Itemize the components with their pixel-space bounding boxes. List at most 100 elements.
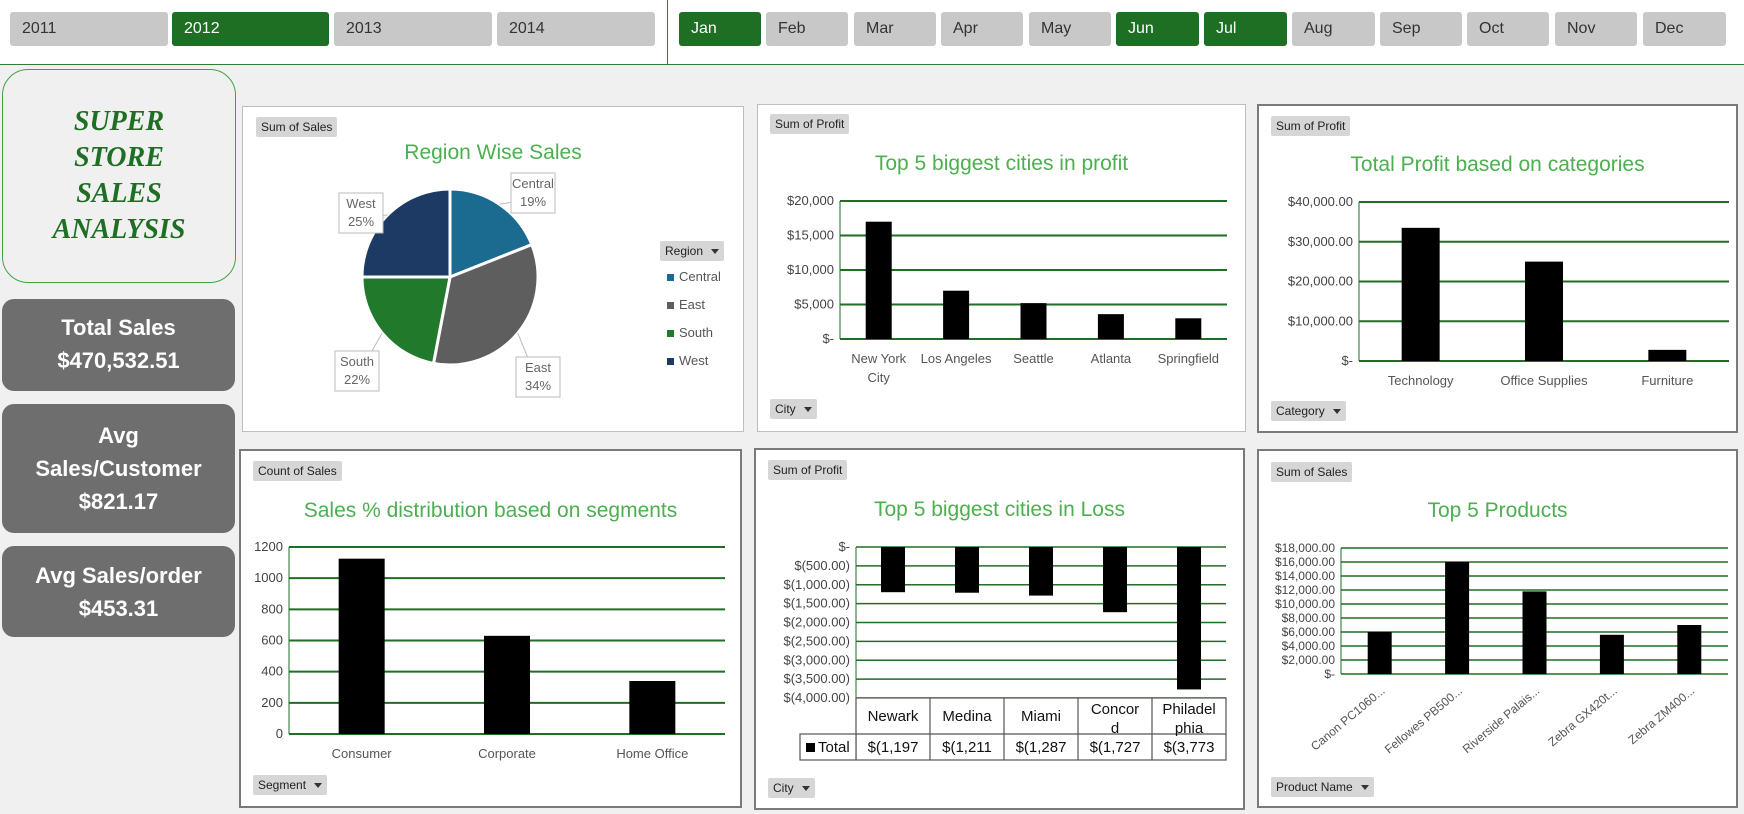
month-dec[interactable]: Dec (1643, 12, 1726, 46)
legend-swatch (667, 358, 674, 365)
y-tick-label: $(1,500.00) (784, 596, 851, 611)
top-products-panel: Sum of Sales Top 5 Products $- $2,000.00 $… (1257, 449, 1738, 808)
bar-springfield (1175, 318, 1202, 339)
profit-cities-bar-chart: $- $5,000 $10,000 $15,000 $20,000 New York Cit… (787, 193, 1227, 385)
product-filter-button[interactable]: Product Name (1271, 777, 1374, 797)
pie-label-value: 34% (525, 378, 551, 393)
bar-corporate (484, 635, 530, 734)
x-category-label: Riverside Palais... (1460, 684, 1543, 756)
y-tick-label: $15,000 (787, 228, 834, 243)
bar-philadelphia (1177, 547, 1201, 690)
product-filter-label: Product Name (1276, 780, 1353, 794)
category-filter-button[interactable]: Category (1271, 401, 1346, 421)
y-tick-label: $5,000 (794, 297, 834, 312)
x-category-label: Springfield (1158, 351, 1219, 366)
pie-label-name: South (340, 354, 374, 369)
table-value-cell: $(1,727 (1090, 739, 1141, 756)
y-tick-label: $16,000.00 (1275, 555, 1335, 569)
bar-consumer (338, 558, 385, 734)
region-sales-panel: Sum of Sales Region Wise Sales Central 19… (242, 106, 744, 432)
y-tick-label: $6,000.00 (1282, 625, 1336, 639)
x-category-label: Corporate (478, 746, 536, 761)
loss-city-filter-label: City (773, 781, 794, 795)
y-tick-label: $- (1324, 667, 1335, 681)
region-legend-filter[interactable]: Region (660, 241, 725, 261)
month-mar[interactable]: Mar (854, 12, 936, 46)
month-apr[interactable]: Apr (941, 12, 1023, 46)
y-tick-label: $- (822, 331, 834, 346)
products-bar-chart: $-$2,000.00$4,000.00$6,000.00$8,000.00$1… (1275, 541, 1728, 756)
year-2011[interactable]: 2011 (10, 12, 168, 46)
bar-furniture (1648, 349, 1687, 361)
legend-swatch (667, 302, 674, 309)
month-nov[interactable]: Nov (1555, 12, 1637, 46)
region-legend-title: Region (665, 244, 704, 258)
month-may[interactable]: May (1029, 12, 1111, 46)
x-category-label: Zebra GX420t... (1545, 684, 1619, 750)
legend-key-icon (806, 743, 815, 752)
loss-cities-panel: Sum of Profit Top 5 biggest cities in Lo… (754, 448, 1245, 810)
category-filter-label: Category (1276, 404, 1325, 418)
bar-technology (1401, 227, 1440, 361)
month-sep[interactable]: Sep (1380, 12, 1462, 46)
y-tick-label: $- (838, 539, 850, 554)
profit-cities-panel: Sum of Profit Top 5 biggest cities in pr… (757, 104, 1246, 432)
slicer-divider (667, 0, 668, 64)
x-category-label: Canon PC1060... (1308, 684, 1388, 754)
table-header-cell: d (1111, 720, 1119, 737)
legend-item-central: Central (667, 269, 721, 284)
y-tick-label: $10,000 (787, 262, 834, 277)
kpi-avg-sales-order-label: Avg Sales/order (35, 562, 202, 588)
month-jan[interactable]: Jan (679, 12, 761, 46)
year-2014[interactable]: 2014 (497, 12, 655, 46)
month-oct[interactable]: Oct (1467, 12, 1549, 46)
year-2013[interactable]: 2013 (334, 12, 492, 46)
bar-riverside-palais- (1522, 591, 1547, 674)
pie-label-name: East (525, 360, 551, 375)
bar-los-angeles (943, 290, 970, 339)
segments-bar-chart: 0 200 400 600 800 1000 1200 Consumer Corporate Ho… (254, 539, 725, 761)
table-header-cell: Miami (1021, 708, 1061, 725)
month-jul[interactable]: Jul (1204, 12, 1287, 46)
kpi-total-sales-value: $470,532.51 (57, 348, 180, 373)
bar-office-supplies (1525, 261, 1563, 361)
profit-categories-panel: Sum of Profit Total Profit based on cate… (1257, 104, 1738, 433)
table-total-label: Total (818, 739, 850, 756)
month-feb[interactable]: Feb (766, 12, 848, 46)
x-category-label: Atlanta (1091, 351, 1132, 366)
y-tick-label: 400 (261, 664, 283, 679)
x-category-label: Zebra ZM400... (1625, 684, 1697, 747)
x-category-label: Consumer (332, 746, 393, 761)
table-header-cell: Philadel (1162, 701, 1215, 718)
segment-filter-button[interactable]: Segment (253, 775, 328, 795)
kpi-avg-sales-order-value: $453.31 (78, 595, 159, 621)
month-jun[interactable]: Jun (1116, 12, 1199, 46)
city-filter-button[interactable]: City (770, 399, 817, 419)
loss-city-filter-button[interactable]: City (768, 778, 815, 798)
month-aug[interactable]: Aug (1292, 12, 1375, 46)
pie-label-name: West (346, 196, 376, 211)
x-category-label: City (868, 370, 891, 385)
x-category-label: Seattle (1013, 351, 1053, 366)
table-value-cell: $(1,197 (868, 739, 919, 756)
y-tick-label: $(3,500.00) (784, 671, 851, 686)
year-2012[interactable]: 2012 (172, 12, 329, 46)
y-tick-label: 200 (261, 695, 283, 710)
bar-medina (955, 547, 979, 593)
y-tick-label: $20,000.00 (1288, 274, 1353, 289)
y-tick-label: $18,000.00 (1275, 541, 1335, 555)
y-tick-label: $4,000.00 (1282, 639, 1336, 653)
y-tick-label: $(500.00) (794, 558, 850, 573)
legend-item-east: East (667, 297, 705, 312)
y-tick-label: $20,000 (787, 193, 834, 208)
y-tick-label: 1200 (254, 539, 283, 554)
bar-seattle (1020, 303, 1047, 339)
y-tick-label: 800 (261, 601, 283, 616)
segments-panel: Count of Sales Sales % distribution base… (239, 449, 742, 808)
bar-concord (1103, 547, 1127, 613)
filter-icon (1360, 785, 1369, 791)
x-category-label: New York (851, 351, 906, 366)
table-header-cell: Medina (942, 708, 992, 725)
table-value-cell: $(1,211 (942, 739, 992, 756)
y-tick-label: 0 (276, 726, 283, 741)
